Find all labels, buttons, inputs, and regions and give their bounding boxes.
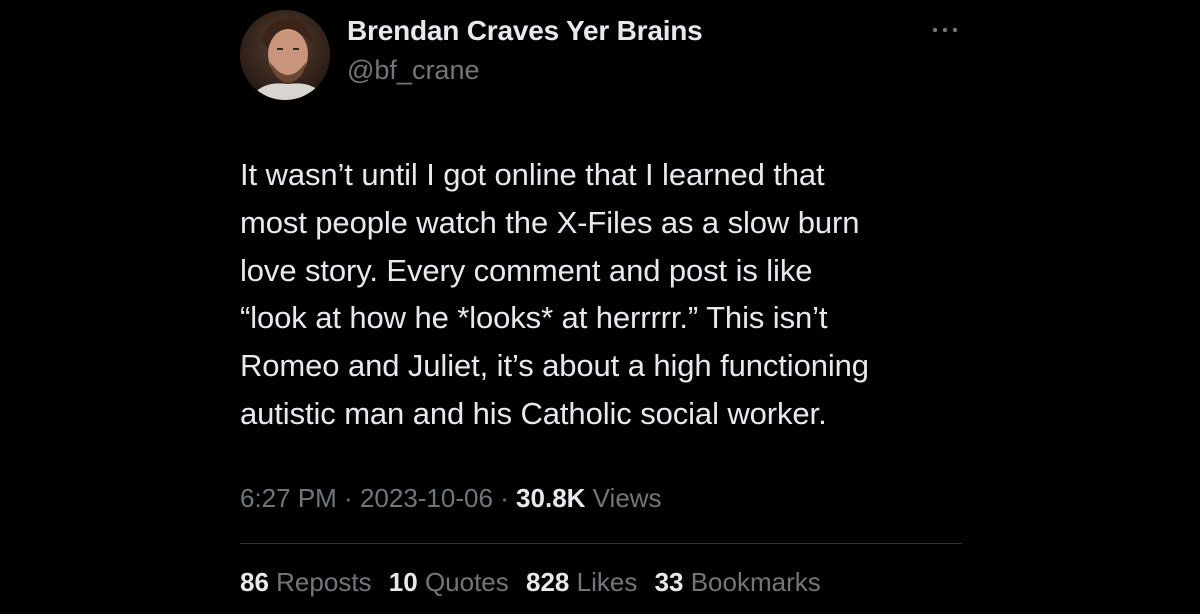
tweet-text-line: most people watch the X-Files as a slow … bbox=[240, 204, 860, 240]
likes-label: Likes bbox=[576, 567, 638, 597]
reposts-count: 86 bbox=[240, 567, 269, 597]
tweet-text-line: autistic man and his Catholic social wor… bbox=[240, 395, 827, 431]
bookmarks-stat[interactable]: 33 Bookmarks bbox=[655, 567, 821, 597]
more-horizontal-icon[interactable] bbox=[930, 20, 960, 40]
engagement-stats: 86 Reposts 10 Quotes 828 Likes 33 Bookma… bbox=[240, 567, 831, 598]
avatar[interactable] bbox=[240, 10, 330, 100]
quotes-label: Quotes bbox=[424, 567, 509, 597]
display-name[interactable]: Brendan Craves Yer Brains bbox=[347, 15, 703, 47]
tweet-text-line: “look at how he *looks* at herrrrr.” Thi… bbox=[240, 300, 828, 336]
quotes-stat[interactable]: 10 Quotes bbox=[389, 567, 509, 597]
likes-stat[interactable]: 828 Likes bbox=[526, 567, 637, 597]
quotes-count: 10 bbox=[388, 567, 418, 597]
tweet-text-line: It wasn’t until I got online that I lear… bbox=[240, 157, 825, 192]
tweet-time[interactable]: 6:27 PM bbox=[240, 483, 337, 513]
tweet-meta: 6:27 PM · 2023-10-06 · 30.8K Views bbox=[240, 483, 662, 514]
bookmarks-label: Bookmarks bbox=[690, 567, 821, 597]
tweet-date[interactable]: 2023-10-06 bbox=[360, 483, 493, 513]
meta-separator: · bbox=[336, 483, 360, 513]
tweet-text-line: love story. Every comment and post is li… bbox=[240, 252, 813, 288]
divider bbox=[240, 543, 962, 544]
tweet-text: It wasn’t until I got online that I lear… bbox=[240, 151, 962, 438]
meta-separator: · bbox=[492, 483, 517, 513]
user-handle[interactable]: @bf_crane bbox=[347, 55, 479, 86]
views-count: 30.8K bbox=[516, 483, 586, 513]
views-label: Views bbox=[592, 483, 662, 513]
tweet-detail: Brendan Craves Yer Brains @bf_crane It w… bbox=[240, 0, 962, 614]
tweet-text-line: Romeo and Juliet, it’s about a high func… bbox=[240, 348, 869, 384]
likes-count: 828 bbox=[526, 567, 570, 597]
reposts-stat[interactable]: 86 Reposts bbox=[240, 567, 372, 597]
bookmarks-count: 33 bbox=[654, 567, 684, 597]
avatar-image bbox=[240, 10, 330, 100]
reposts-label: Reposts bbox=[276, 567, 372, 597]
